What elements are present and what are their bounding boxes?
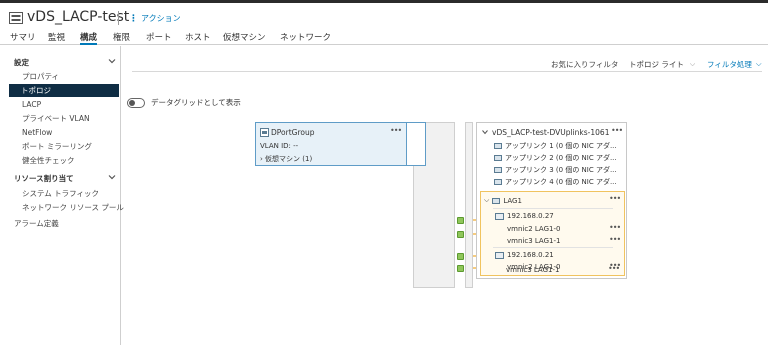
lag-port[interactable]: vmnic2 LAG1-0 (507, 225, 560, 233)
nic-icon (494, 143, 502, 149)
tab-bar: サマリ 監視 構成 権限 ポート ホスト 仮想マシン ネットワーク (0, 30, 768, 45)
uplink-label: アップリンク 1 (0 個の NIC アダ... (505, 142, 617, 150)
more-options-icon[interactable]: ••• (611, 126, 623, 135)
sidebar-item-lacp[interactable]: LACP (0, 98, 120, 111)
lag-icon (492, 197, 501, 204)
sidebar-item-port-mirroring[interactable]: ポート ミラーリング (0, 140, 120, 153)
uplink-item[interactable]: アップリンク 1 (0 個の NIC アダ... (494, 141, 617, 151)
nic-icon (494, 167, 502, 173)
title-divider (118, 11, 119, 25)
more-options-icon[interactable]: ••• (608, 264, 620, 273)
tab-networks[interactable]: ネットワーク (280, 31, 331, 45)
uplink-label: アップリンク 2 (0 個の NIC アダ... (505, 154, 617, 162)
sidebar-section-settings[interactable]: 設定 (14, 57, 29, 68)
lag-host-ip: 192.168.0.21 (507, 251, 554, 259)
sidebar-item-network-resource-pools[interactable]: ネットワーク リソース プール (0, 201, 124, 214)
main-panel: お気に入りフィルタ トポロジ ライト ⌵ フィルタ処理 ⌵ データグリッドとして… (122, 46, 768, 345)
sidebar-item-alarm-definitions[interactable]: アラーム定義 (14, 218, 59, 229)
sidebar-item-properties[interactable]: プロパティ (0, 70, 120, 83)
portgroup-icon (260, 128, 269, 137)
sidebar-item-health-check[interactable]: 健全性チェック (0, 154, 120, 167)
switch-port-column (454, 122, 466, 288)
lag-host[interactable]: 192.168.0.21 (495, 251, 554, 259)
uplink-item[interactable]: アップリンク 4 (0 個の NIC アダ... (494, 177, 617, 187)
portgroup-vms-label: 仮想マシン (1) (265, 155, 313, 163)
tab-ports[interactable]: ポート (146, 31, 172, 45)
actions-menu[interactable]: ⋮ アクション (129, 13, 181, 24)
nic-icon (494, 155, 502, 161)
header: vDS_LACP-test ⋮ アクション (0, 3, 768, 30)
lag-group: ⌵ LAG1 ••• 192.168.0.27 vmnic2 LAG1-0 ••… (480, 191, 625, 276)
distributed-switch-icon (9, 12, 23, 24)
sidebar-item-netflow[interactable]: NetFlow (0, 126, 120, 139)
page-title: vDS_LACP-test (27, 9, 130, 25)
divider (493, 208, 613, 209)
tab-configure[interactable]: 構成 (80, 31, 98, 45)
chevron-down-icon[interactable] (108, 57, 116, 65)
more-options-icon[interactable]: ••• (390, 126, 402, 135)
lag-host[interactable]: 192.168.0.27 (495, 212, 554, 220)
tab-hosts[interactable]: ホスト (185, 31, 211, 45)
more-options-icon[interactable]: ••• (609, 194, 621, 203)
host-icon (495, 251, 504, 259)
divider (493, 247, 613, 248)
uplinks-title[interactable]: vDS_LACP-test-DVUplinks-1061 (492, 128, 609, 137)
chevron-down-icon[interactable] (482, 129, 488, 135)
uplink-port-indicator[interactable] (457, 253, 464, 260)
uplink-label: アップリンク 3 (0 個の NIC アダ... (505, 166, 617, 174)
sidebar: 設定 プロパティ トポロジ LACP プライベート VLAN NetFlow ポ… (0, 46, 124, 345)
portgroup-vlan: VLAN ID: -- (260, 142, 299, 150)
tab-summary[interactable]: サマリ (10, 31, 36, 45)
chevron-right-icon: › (260, 155, 263, 163)
uplink-port-indicator[interactable] (457, 231, 464, 238)
lag-header[interactable]: ⌵ LAG1 (484, 196, 522, 205)
tab-monitor[interactable]: 監視 (48, 31, 65, 45)
portgroup-vms-toggle[interactable]: › 仮想マシン (1) (260, 154, 312, 164)
uplink-port-indicator[interactable] (457, 217, 464, 224)
vertical-dots-icon: ⋮ (129, 13, 138, 24)
portgroup-card[interactable]: DPortGroup ••• VLAN ID: -- › 仮想マシン (1) (255, 122, 407, 166)
more-options-icon[interactable]: ••• (609, 223, 621, 232)
sidebar-item-topology[interactable]: トポロジ (9, 84, 119, 97)
actions-label: アクション (141, 14, 181, 23)
uplink-item[interactable]: アップリンク 3 (0 個の NIC アダ... (494, 165, 617, 175)
lag-host-ip: 192.168.0.27 (507, 212, 554, 220)
portgroup-connector (406, 122, 426, 166)
host-icon (495, 212, 504, 220)
tab-vms[interactable]: 仮想マシン (223, 31, 266, 45)
tab-permissions[interactable]: 権限 (113, 31, 130, 45)
uplink-port-indicator[interactable] (457, 265, 464, 272)
sidebar-item-system-traffic[interactable]: システム トラフィック (0, 187, 120, 200)
uplink-item[interactable]: アップリンク 2 (0 個の NIC アダ... (494, 153, 617, 163)
lag-port[interactable]: vmnic3 LAG1-1 (507, 237, 560, 245)
sidebar-section-resources[interactable]: リソース割り当て (14, 173, 74, 184)
lag-name: LAG1 (503, 196, 522, 205)
sidebar-item-private-vlan[interactable]: プライベート VLAN (0, 112, 120, 125)
chevron-down-icon[interactable] (108, 173, 116, 181)
more-options-icon[interactable]: ••• (609, 235, 621, 244)
uplink-label: アップリンク 4 (0 個の NIC アダ... (505, 178, 617, 186)
lag-port[interactable]: vmnic3 LAG1-1 (506, 266, 559, 274)
chevron-down-icon: ⌵ (484, 196, 490, 204)
portgroup-name[interactable]: DPortGroup (271, 128, 314, 137)
nic-icon (494, 179, 502, 185)
